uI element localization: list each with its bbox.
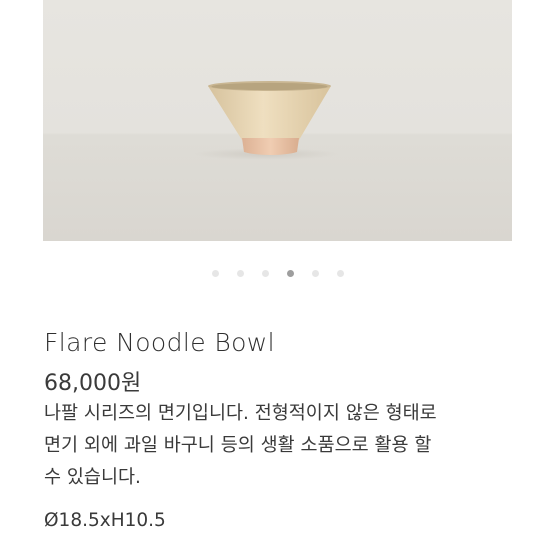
- carousel-dot[interactable]: [311, 269, 319, 277]
- description-line: 수 있습니다.: [44, 467, 141, 488]
- carousel-dot[interactable]: [336, 269, 344, 277]
- bowl-illustration: [194, 81, 338, 160]
- product-title: Flare Noodle Bowl: [44, 328, 275, 357]
- product-price: 68,000원: [44, 371, 142, 396]
- description-line: 나팔 시리즈의 면기입니다. 전형적이지 않은 형태로: [44, 403, 437, 424]
- product-image[interactable]: [43, 0, 512, 241]
- product-dimensions: Ø18.5xH10.5: [44, 510, 166, 531]
- carousel-dot[interactable]: [261, 269, 269, 277]
- carousel-pagination: [0, 268, 555, 278]
- truncated-text-line: [44, 546, 484, 555]
- product-description: 나팔 시리즈의 면기입니다. 전형적이지 않은 형태로 면기 외에 과일 바구니…: [44, 398, 524, 494]
- carousel-dot[interactable]: [236, 269, 244, 277]
- description-line: 면기 외에 과일 바구니 등의 생활 소품으로 활용 할: [44, 435, 432, 456]
- carousel-dot[interactable]: [286, 269, 294, 277]
- carousel-dot[interactable]: [211, 269, 219, 277]
